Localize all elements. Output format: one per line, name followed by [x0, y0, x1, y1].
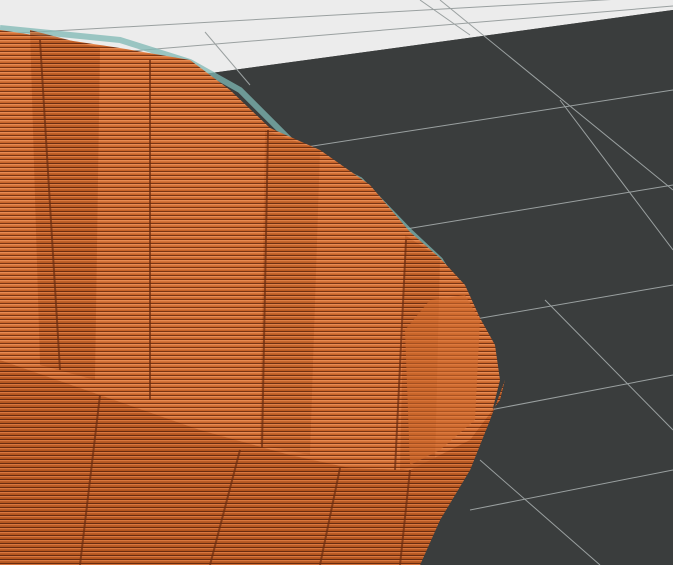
3d-viewport[interactable]: [0, 0, 673, 565]
toolpath-preview-canvas[interactable]: [0, 0, 673, 565]
wall-facet-shade: [260, 130, 320, 455]
wall-facet-shade: [30, 30, 100, 380]
